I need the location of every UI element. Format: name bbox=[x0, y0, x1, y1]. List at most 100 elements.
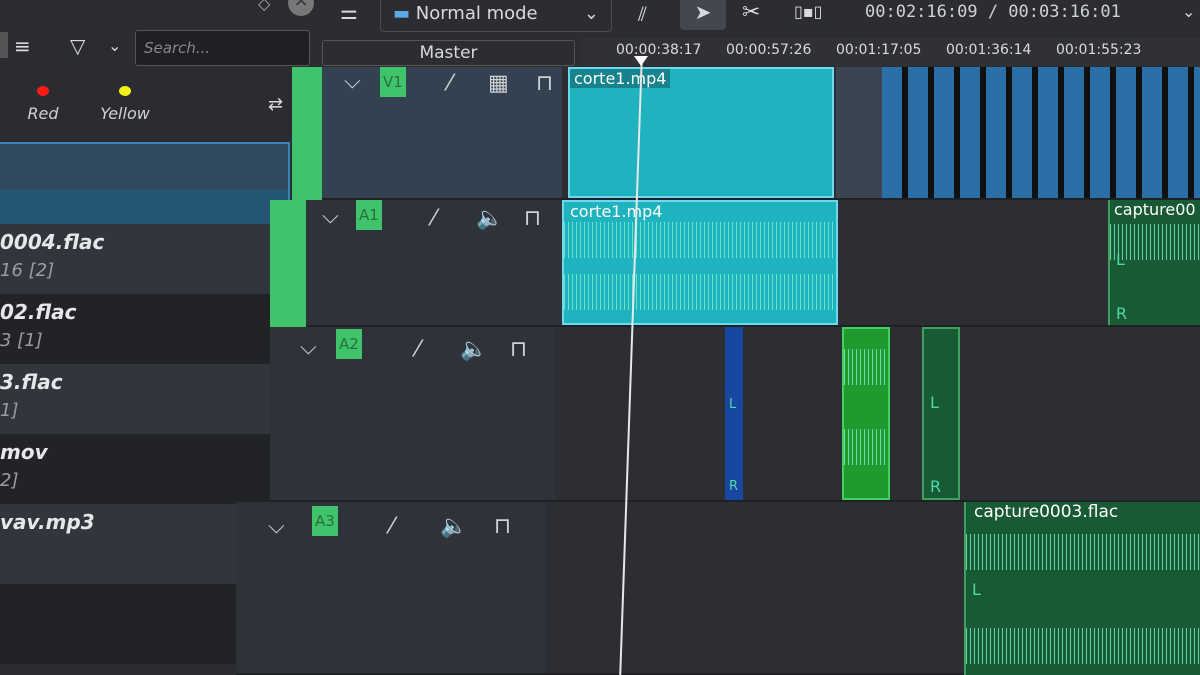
channel-label: R bbox=[729, 479, 739, 494]
ruler-tick: 00:00:57:26 bbox=[726, 42, 812, 58]
item-info: 2] bbox=[0, 470, 19, 491]
float-icon[interactable]: ◇ bbox=[258, 0, 270, 13]
settings-sliders-icon[interactable]: ⇄ bbox=[268, 94, 283, 115]
item-name: mov bbox=[0, 440, 48, 464]
item-name: 02.flac bbox=[0, 300, 77, 324]
master-button[interactable]: Master bbox=[322, 40, 575, 66]
clip-video-frames[interactable] bbox=[882, 67, 1200, 198]
waveform bbox=[966, 534, 1200, 570]
effect-wand-icon[interactable]: ⁄ bbox=[390, 514, 394, 539]
edit-mode-select[interactable]: ▬ Normal mode ⌄ bbox=[380, 0, 612, 32]
track-settings-icon[interactable]: ⚌ bbox=[340, 0, 358, 24]
list-item[interactable]: 02.flac 3 [1] bbox=[0, 294, 288, 364]
track-label: A3 bbox=[312, 506, 338, 536]
lock-icon[interactable]: ⊓ bbox=[536, 71, 553, 96]
film-icon[interactable]: ▦ bbox=[488, 71, 509, 96]
spacer-tool-icon[interactable]: ⫽ bbox=[638, 2, 647, 26]
list-view-icon[interactable]: ≡ bbox=[14, 34, 31, 58]
tag-yellow[interactable]: Yellow bbox=[95, 86, 155, 123]
red-dot-icon bbox=[37, 86, 49, 96]
timecode-display[interactable]: 00:02:16:09 / 00:03:16:01 bbox=[865, 2, 1121, 22]
waveform bbox=[844, 349, 888, 385]
item-name: vav.mp3 bbox=[0, 510, 95, 534]
speaker-icon[interactable]: 🔈 bbox=[476, 206, 503, 231]
track-active-bar[interactable] bbox=[270, 200, 306, 327]
list-item[interactable]: 3.flac 1] bbox=[0, 364, 288, 434]
track-active-bar[interactable] bbox=[292, 67, 322, 200]
mode-label: Normal mode bbox=[415, 3, 538, 24]
clip-audio[interactable]: capture0003.flac L bbox=[964, 502, 1200, 675]
track-header-a1[interactable]: ⌵ A1 ⁄ 🔈 ⊓ bbox=[270, 200, 562, 327]
clip-name: corte1.mp4 bbox=[570, 69, 671, 88]
collapse-icon[interactable]: ⌵ bbox=[268, 514, 285, 539]
lock-icon[interactable]: ⊓ bbox=[494, 514, 511, 539]
clip-name: capture00 bbox=[1114, 200, 1196, 219]
item-info: 3 [1] bbox=[0, 330, 43, 351]
collapse-icon[interactable]: ⌵ bbox=[344, 69, 361, 94]
ruler-tick: 00:00:38:17 bbox=[616, 42, 702, 58]
lock-icon[interactable]: ⊓ bbox=[510, 337, 527, 362]
clip-audio[interactable]: LR bbox=[922, 327, 960, 500]
collapse-icon[interactable]: ⌵ bbox=[300, 335, 317, 360]
list-item[interactable] bbox=[0, 190, 288, 224]
lock-icon[interactable]: ⊓ bbox=[524, 206, 541, 231]
track-lane-v1[interactable]: corte1.mp4 bbox=[562, 67, 1200, 200]
channel-label: R bbox=[930, 477, 942, 496]
track-header-a3[interactable]: ⌵ A3 ⁄ 🔈 ⊓ bbox=[236, 502, 546, 675]
effect-wand-icon[interactable]: ⁄ bbox=[448, 71, 452, 96]
razor-tool-icon[interactable]: ✂ bbox=[742, 0, 760, 25]
clip-name: capture0003.flac bbox=[974, 502, 1119, 522]
clip-audio[interactable]: LR bbox=[725, 327, 743, 500]
item-info: 1] bbox=[0, 400, 19, 421]
clip-video[interactable]: corte1.mp4 bbox=[568, 67, 834, 198]
clip-name: corte1.mp4 bbox=[570, 202, 663, 221]
item-info: 16 [2] bbox=[0, 260, 55, 281]
select-tool-icon[interactable]: ➤ bbox=[680, 0, 726, 30]
track-lane-a2[interactable]: LR LR bbox=[555, 327, 1200, 502]
mode-icon: ▬ bbox=[393, 3, 416, 24]
clip-audio[interactable]: capture00 L R bbox=[1108, 200, 1200, 325]
view-toggle[interactable] bbox=[0, 32, 8, 58]
yellow-dot-icon bbox=[119, 86, 131, 96]
list-item[interactable] bbox=[0, 144, 288, 190]
speaker-icon[interactable]: 🔈 bbox=[440, 514, 467, 539]
track-lane-a1[interactable]: corte1.mp4 capture00 L R bbox=[562, 200, 1200, 327]
tag-label: Yellow bbox=[100, 104, 150, 123]
timeline-ruler[interactable]: 00:00:38:17 00:00:57:26 00:01:17:05 00:0… bbox=[580, 38, 1200, 66]
effect-wand-icon[interactable]: ⁄ bbox=[432, 206, 436, 231]
track-lane-a3[interactable]: capture0003.flac L bbox=[546, 502, 1200, 675]
waveform bbox=[564, 274, 836, 310]
channel-label: L bbox=[729, 397, 737, 412]
clip-audio[interactable] bbox=[842, 327, 890, 500]
clip-gap bbox=[836, 67, 882, 198]
tag-red[interactable]: Red bbox=[20, 86, 66, 123]
collapse-icon[interactable]: ⌵ bbox=[322, 204, 339, 229]
channel-label: L bbox=[1116, 250, 1125, 269]
track-header-a2[interactable]: ⌵ A2 ⁄ 🔈 ⊓ bbox=[270, 327, 555, 502]
chevron-down-icon: ⌄ bbox=[583, 3, 599, 24]
track-header-v1[interactable]: ⌵ V1 ⁄ ▦ ⊓ bbox=[292, 67, 562, 200]
close-icon[interactable]: × bbox=[288, 0, 314, 16]
effect-wand-icon[interactable]: ⁄ bbox=[416, 337, 420, 362]
waveform bbox=[966, 628, 1200, 664]
speaker-icon[interactable]: 🔈 bbox=[460, 337, 487, 362]
clip-audio[interactable]: corte1.mp4 bbox=[562, 200, 838, 325]
list-item[interactable]: 0004.flac 16 [2] bbox=[0, 224, 288, 294]
track-label: A1 bbox=[356, 200, 382, 230]
ruler-tick: 00:01:55:23 bbox=[1056, 42, 1142, 58]
playhead-marker-icon[interactable] bbox=[634, 56, 648, 66]
item-name: 3.flac bbox=[0, 370, 63, 394]
chevron-down-icon[interactable]: ⌄ bbox=[108, 36, 121, 55]
slip-tool-icon[interactable]: ▯▪▯ bbox=[794, 2, 822, 21]
list-item[interactable]: mov 2] bbox=[0, 434, 288, 504]
chevron-down-icon[interactable]: ⌄ bbox=[1182, 2, 1195, 21]
channel-label: R bbox=[1116, 304, 1128, 323]
tag-label: Red bbox=[27, 104, 59, 123]
ruler-tick: 00:01:36:14 bbox=[946, 42, 1032, 58]
track-label: V1 bbox=[380, 67, 406, 97]
channel-label: L bbox=[972, 580, 981, 599]
track-label: A2 bbox=[336, 329, 362, 359]
filter-icon[interactable]: ▽ bbox=[70, 34, 85, 58]
channel-label: L bbox=[930, 393, 939, 412]
search-input[interactable]: Search... bbox=[135, 30, 310, 66]
